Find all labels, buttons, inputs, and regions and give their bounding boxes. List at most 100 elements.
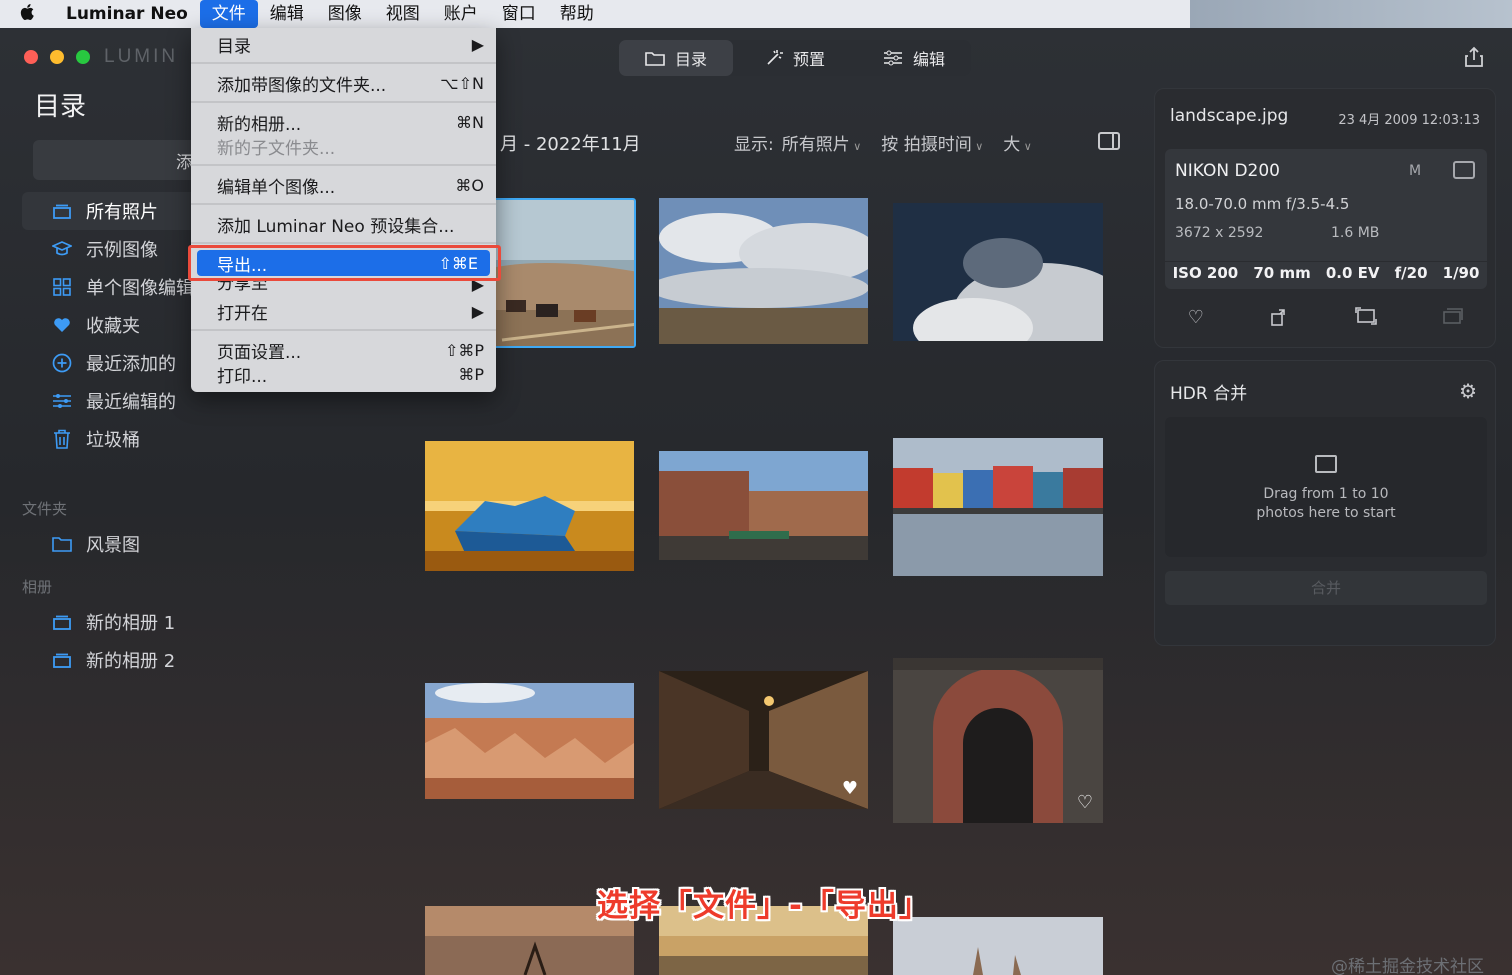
photo-thumbnail-clouds[interactable] [659, 198, 868, 344]
tab-presets-label: 预置 [793, 50, 826, 69]
window-controls [24, 50, 90, 64]
gear-icon[interactable]: ⚙ [1459, 379, 1477, 403]
photo-thumbnail-night-alley[interactable]: ♥ [659, 671, 868, 809]
filter-show-dropdown[interactable]: 所有照片 [782, 130, 862, 155]
add-photos-button[interactable]: 添 [33, 140, 203, 180]
grid-icon [52, 277, 72, 297]
menu-item-open-in[interactable]: 打开在 ▶ [191, 299, 496, 324]
menu-item-label: 添加带图像的文件夹... [217, 75, 387, 96]
minimize-window-button[interactable] [50, 50, 64, 64]
menu-account[interactable]: 账户 [432, 0, 490, 28]
exif-focal-length: 70 mm [1253, 264, 1311, 282]
albums-list: 新的相册 1 新的相册 2 [22, 603, 202, 679]
stack-duplicate-icon [1442, 307, 1464, 332]
menu-item-label: 编辑单个图像... [217, 177, 336, 198]
crop-frame-icon[interactable] [1354, 307, 1377, 332]
sort-dropdown[interactable]: 按 拍摄时间 [881, 130, 983, 155]
sidebar-item-favorites[interactable]: 收藏夹 [22, 306, 202, 344]
hdr-merge-button[interactable]: 合并 [1165, 571, 1487, 605]
menu-item-print[interactable]: 打印... ⌘P [191, 362, 496, 387]
sidebar-item-recently-edited[interactable]: 最近编辑的 [22, 382, 202, 420]
folders-list: 风景图 [22, 525, 202, 563]
folders-section-label: 文件夹 [22, 500, 68, 518]
sidebar-item-label: 所有照片 [86, 202, 158, 223]
photo-thumbnail-arch-door[interactable]: ♡ [893, 658, 1103, 823]
menu-item-label: 目录 [217, 36, 251, 57]
apple-icon[interactable] [0, 3, 56, 26]
favorite-heart-icon[interactable]: ♥ [842, 778, 858, 799]
menu-window[interactable]: 窗口 [490, 0, 548, 28]
sidebar-title: 目录 [34, 92, 87, 122]
exif-row: ISO 200 70 mm 0.0 EV f/20 1/90 [1165, 261, 1487, 282]
photo-thumbnail-harbor[interactable] [893, 438, 1103, 576]
menu-item-add-folder[interactable]: 添加带图像的文件夹... ⌥⇧N [191, 71, 496, 96]
info-actions: ♡ [1155, 307, 1497, 332]
menu-item-new-subfolder: 新的子文件夹... [191, 134, 496, 159]
hdr-drop-text-1: Drag from 1 to 10 [1263, 486, 1389, 502]
exif-exposure-bias: 0.0 EV [1325, 264, 1380, 282]
menu-separator [191, 203, 496, 205]
tab-presets[interactable]: 预置 [739, 40, 851, 76]
submenu-arrow-icon: ▶ [471, 301, 484, 321]
sidebar-item-single-edits[interactable]: 单个图像编辑 [22, 268, 202, 306]
photo-thumbnail-sailboats[interactable] [893, 917, 1103, 975]
share-icon[interactable] [1464, 46, 1484, 68]
hdr-drop-zone[interactable]: Drag from 1 to 10 photos here to start [1165, 417, 1487, 557]
photo-thumbnail-smoke[interactable] [893, 203, 1103, 341]
sidebar-item-trash[interactable]: 垃圾桶 [22, 420, 202, 458]
menu-image[interactable]: 图像 [316, 0, 374, 28]
menu-view[interactable]: 视图 [374, 0, 432, 28]
sidebar-list: 所有照片 示例图像 单个图像编辑 收藏夹 最近添加的 最近编辑的 垃圾桶 [22, 192, 202, 458]
tab-catalog[interactable]: 目录 [619, 40, 734, 76]
album-item[interactable]: 新的相册 1 [22, 603, 202, 641]
photo-thumbnail-street-buildings[interactable] [659, 451, 868, 560]
menu-item-add-presets[interactable]: 添加 Luminar Neo 预设集合... [191, 212, 496, 237]
camera-icon [1453, 161, 1475, 179]
file-menu-dropdown: 目录 ▶ 添加带图像的文件夹... ⌥⇧N 新的相册... ⌘N 新的子文件夹.… [191, 28, 496, 392]
menu-item-label: 新的相册... [217, 114, 302, 135]
rotate-icon[interactable] [1269, 307, 1289, 332]
brand-logo: LUMIN [104, 46, 179, 67]
menu-item-page-setup[interactable]: 页面设置... ⇧⌘P [191, 338, 496, 363]
menu-item-new-album[interactable]: 新的相册... ⌘N [191, 110, 496, 135]
menu-file[interactable]: 文件 [199, 0, 258, 28]
hdr-merge-panel: HDR 合并 ⚙ Drag from 1 to 10 photos here t… [1154, 360, 1496, 646]
sidebar-item-recently-added[interactable]: 最近添加的 [22, 344, 202, 382]
menu-item-edit-single[interactable]: 编辑单个图像... ⌘O [191, 173, 496, 198]
zoom-window-button[interactable] [76, 50, 90, 64]
thumbnail-size-dropdown[interactable]: 大 [1003, 130, 1032, 155]
tab-edit[interactable]: 编辑 [857, 40, 971, 76]
filter-bar: 显示: 所有照片 按 拍摄时间 大 [734, 130, 1032, 155]
menu-separator [191, 242, 496, 244]
sidebar-item-label: 收藏夹 [86, 316, 140, 337]
album-icon [52, 650, 72, 670]
menu-app-name[interactable]: Luminar Neo [56, 0, 200, 28]
menu-item-label: 页面设置... [217, 342, 302, 363]
menu-item-catalog[interactable]: 目录 ▶ [191, 32, 496, 57]
photo-thumbnail-iceberg[interactable] [425, 441, 634, 571]
photo-thumbnail-cows[interactable] [480, 198, 636, 348]
file-size: 1.6 MB [1331, 225, 1380, 241]
menu-shortcut: ⌘O [455, 175, 484, 195]
sidebar-item-label: 示例图像 [86, 240, 158, 261]
photo-thumbnail-canyon[interactable] [425, 683, 634, 799]
album-item[interactable]: 新的相册 2 [22, 641, 202, 679]
menu-shortcut: ⌘N [456, 112, 484, 132]
close-window-button[interactable] [24, 50, 38, 64]
hdr-drop-text-2: photos here to start [1256, 505, 1396, 521]
exposure-mode: M [1409, 163, 1422, 179]
exif-iso: ISO 200 [1172, 264, 1239, 282]
sidebar-item-all-photos[interactable]: 所有照片 [22, 192, 202, 230]
filter-show-label: 显示: [734, 135, 774, 155]
albums-section-label: 相册 [22, 578, 53, 596]
graduation-cap-icon [52, 239, 72, 259]
menu-help[interactable]: 帮助 [548, 0, 606, 28]
menu-edit[interactable]: 编辑 [258, 0, 316, 28]
menu-shortcut: ⇧⌘P [444, 340, 484, 360]
sidebar-item-sample-images[interactable]: 示例图像 [22, 230, 202, 268]
folder-item[interactable]: 风景图 [22, 525, 202, 563]
sliders-icon [52, 391, 72, 411]
favorite-toggle-icon[interactable]: ♡ [1188, 307, 1204, 332]
panel-toggle-icon[interactable] [1098, 132, 1120, 150]
favorite-heart-outline-icon[interactable]: ♡ [1077, 792, 1093, 813]
